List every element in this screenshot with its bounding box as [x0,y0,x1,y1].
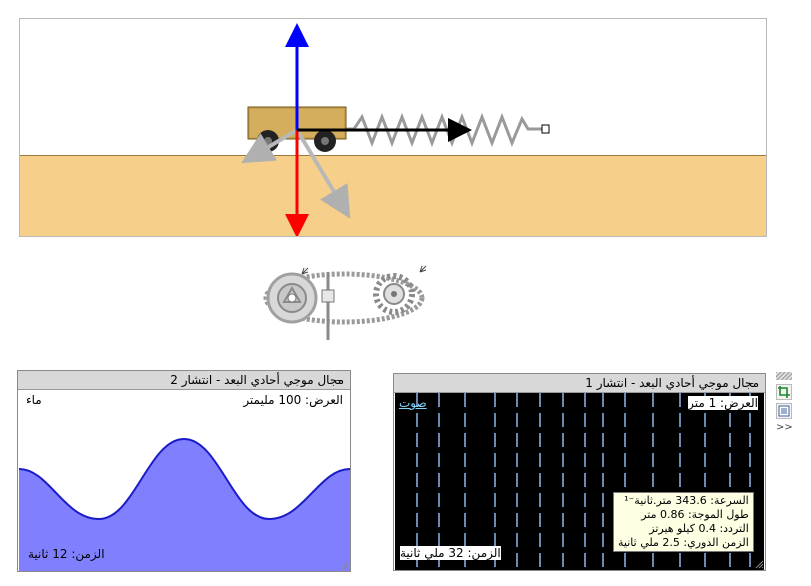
simulation-stage[interactable] [19,18,767,237]
period-value: الزمن الدوري: 2.5 ملي ثانية [618,536,749,549]
wave-info-box: السرعة: 343.6 متر.ثانية⁻¹ طول الموجة: 0.… [613,492,754,552]
sound-wave-plot: العرض: 1 متر صوت السرعة: 343.6 متر.ثانية… [395,393,764,570]
toolbar-grip[interactable] [776,372,792,380]
wave-panel-water[interactable]: مجال موجي أحادي البعد - انتشار 2 – العرض… [17,370,351,572]
list-icon[interactable] [776,403,792,419]
time-label: الزمن: 12 ثانية [28,547,105,561]
side-toolbar: >> [775,372,793,434]
speed-value: السرعة: 343.6 متر.ثانية⁻¹ [624,494,749,507]
resize-grip-icon[interactable] [339,560,349,570]
wavelength-value: طول الموجة: 0.86 متر [641,508,749,521]
medium-label: ماء [26,393,42,407]
expand-icon[interactable]: >> [776,421,793,437]
spring-anchor[interactable] [541,124,550,134]
minimize-icon[interactable]: – [748,374,754,392]
time-label: الزمن: 32 ملي ثانية [400,546,501,560]
frequency-value: التردد: 0.4 كيلو هيرتز [649,522,749,535]
resize-grip-icon[interactable] [754,559,764,569]
medium-link[interactable]: صوت [399,396,427,410]
width-label: العرض: 100 مليمتر [243,393,343,407]
wave-panel-sound[interactable]: مجال موجي أحادي البعد - انتشار 1 – العرض… [393,373,766,571]
crop-icon[interactable] [776,384,792,400]
water-wave-plot [19,437,350,571]
gear-icon [263,265,427,340]
panel-titlebar[interactable]: مجال موجي أحادي البعد - انتشار 2 – [18,371,350,390]
panel-title: مجال موجي أحادي البعد - انتشار 1 [585,376,759,390]
width-label: العرض: 1 متر [688,396,758,410]
panel-title: مجال موجي أحادي البعد - انتشار 2 [170,373,344,387]
gear-chain-mechanism[interactable] [262,262,434,344]
cart-spring-scene [241,23,550,236]
panel-titlebar[interactable]: مجال موجي أحادي البعد - انتشار 1 – [394,374,765,393]
minimize-icon[interactable]: – [336,371,342,389]
